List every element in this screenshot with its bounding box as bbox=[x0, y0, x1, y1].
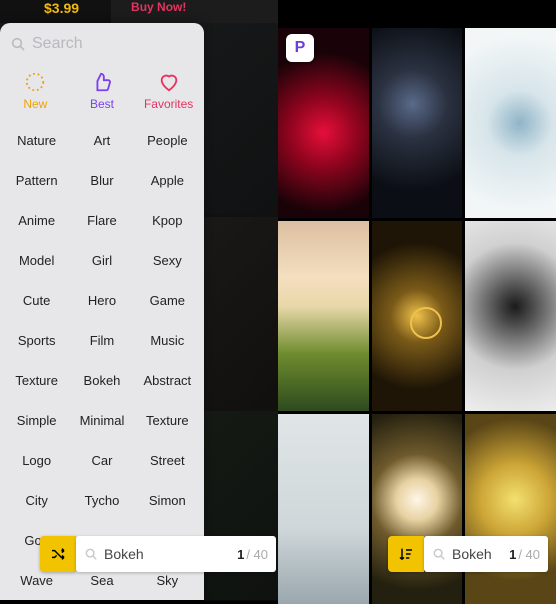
wallpaper-tile[interactable] bbox=[372, 221, 463, 411]
category-item[interactable]: Art bbox=[94, 133, 111, 148]
category-item[interactable]: Simon bbox=[149, 493, 186, 508]
search-placeholder: Search bbox=[32, 35, 83, 53]
category-item[interactable]: Minimal bbox=[80, 413, 125, 428]
category-item[interactable]: Sky bbox=[156, 573, 178, 588]
app-badge-letter: P bbox=[295, 39, 306, 57]
result-total: / 40 bbox=[518, 547, 540, 562]
sun-icon bbox=[24, 71, 46, 93]
category-item[interactable]: Music bbox=[150, 333, 184, 348]
category-item[interactable]: Pattern bbox=[16, 173, 58, 188]
category-item[interactable]: Logo bbox=[22, 453, 51, 468]
search-term: Bokeh bbox=[104, 546, 237, 562]
category-item[interactable]: Blur bbox=[90, 173, 113, 188]
category-item[interactable]: Nature bbox=[17, 133, 56, 148]
search-input[interactable]: Search bbox=[0, 23, 204, 65]
bottom-toolbar-right: Bokeh 1 / 40 bbox=[388, 536, 548, 572]
category-item[interactable]: Street bbox=[150, 453, 185, 468]
category-item[interactable]: City bbox=[25, 493, 47, 508]
category-item[interactable]: Texture bbox=[15, 373, 58, 388]
category-item[interactable]: Abstract bbox=[143, 373, 191, 388]
sort-icon bbox=[398, 546, 414, 562]
wallpaper-tile[interactable] bbox=[465, 414, 556, 604]
sort-button[interactable] bbox=[388, 536, 424, 572]
bottom-search-pill[interactable]: Bokeh 1 / 40 bbox=[424, 536, 548, 572]
category-item[interactable]: Sea bbox=[90, 573, 113, 588]
wallpaper-tile[interactable] bbox=[465, 221, 556, 411]
search-icon bbox=[432, 547, 446, 561]
category-item[interactable]: People bbox=[147, 133, 187, 148]
result-current: 1 bbox=[237, 547, 244, 562]
category-item[interactable]: Flare bbox=[87, 213, 117, 228]
search-icon bbox=[84, 547, 98, 561]
shuffle-button[interactable] bbox=[40, 536, 76, 572]
tab-best[interactable]: Best bbox=[72, 71, 132, 111]
buy-now-button[interactable]: Buy Now! bbox=[131, 0, 186, 14]
category-item[interactable]: Model bbox=[19, 253, 54, 268]
result-current: 1 bbox=[509, 547, 516, 562]
dimmed-background-grid bbox=[204, 23, 278, 600]
sidebar-sheet: Search New Best Favorites Nature Art Peo… bbox=[0, 23, 204, 600]
result-total: / 40 bbox=[246, 547, 268, 562]
category-item[interactable]: Film bbox=[90, 333, 115, 348]
wallpaper-grid bbox=[278, 28, 556, 600]
wallpaper-tile[interactable] bbox=[465, 28, 556, 218]
tab-new[interactable]: New bbox=[5, 71, 65, 111]
category-item[interactable]: Girl bbox=[92, 253, 112, 268]
right-screenshot: P Bokeh 1 / 40 bbox=[278, 0, 556, 600]
category-item[interactable]: Hero bbox=[88, 293, 116, 308]
wallpaper-tile[interactable] bbox=[372, 414, 463, 604]
category-item[interactable]: Texture bbox=[146, 413, 189, 428]
wallpaper-tile[interactable] bbox=[278, 221, 369, 411]
top-banner: $3.99 Buy Now! bbox=[0, 0, 278, 23]
shuffle-icon bbox=[50, 546, 66, 562]
category-item[interactable]: Car bbox=[92, 453, 113, 468]
search-icon bbox=[10, 36, 26, 52]
category-grid: Nature Art People Pattern Blur Apple Ani… bbox=[0, 121, 204, 600]
tab-favorites[interactable]: Favorites bbox=[139, 71, 199, 111]
app-badge[interactable]: P bbox=[286, 34, 314, 62]
thumbs-up-icon bbox=[91, 71, 113, 93]
heart-icon bbox=[158, 71, 180, 93]
left-screenshot: $3.99 Buy Now! Search New Best Favorites bbox=[0, 0, 278, 600]
price-label: $3.99 bbox=[44, 0, 79, 16]
bottom-toolbar-left: Bokeh 1 / 40 bbox=[40, 536, 276, 572]
category-item[interactable]: Game bbox=[150, 293, 185, 308]
bottom-search-pill[interactable]: Bokeh 1 / 40 bbox=[76, 536, 276, 572]
category-item[interactable]: Apple bbox=[151, 173, 184, 188]
wallpaper-tile[interactable] bbox=[278, 414, 369, 604]
category-item[interactable]: Cute bbox=[23, 293, 50, 308]
filter-tabs: New Best Favorites bbox=[0, 65, 204, 121]
category-item[interactable]: Sexy bbox=[153, 253, 182, 268]
wallpaper-tile[interactable] bbox=[372, 28, 463, 218]
search-term: Bokeh bbox=[452, 546, 509, 562]
category-item[interactable]: Anime bbox=[18, 213, 55, 228]
category-item[interactable]: Bokeh bbox=[84, 373, 121, 388]
category-item[interactable]: Sports bbox=[18, 333, 56, 348]
category-item[interactable]: Kpop bbox=[152, 213, 182, 228]
category-item[interactable]: Simple bbox=[17, 413, 57, 428]
category-item[interactable]: Wave bbox=[20, 573, 53, 588]
category-item[interactable]: Tycho bbox=[85, 493, 120, 508]
